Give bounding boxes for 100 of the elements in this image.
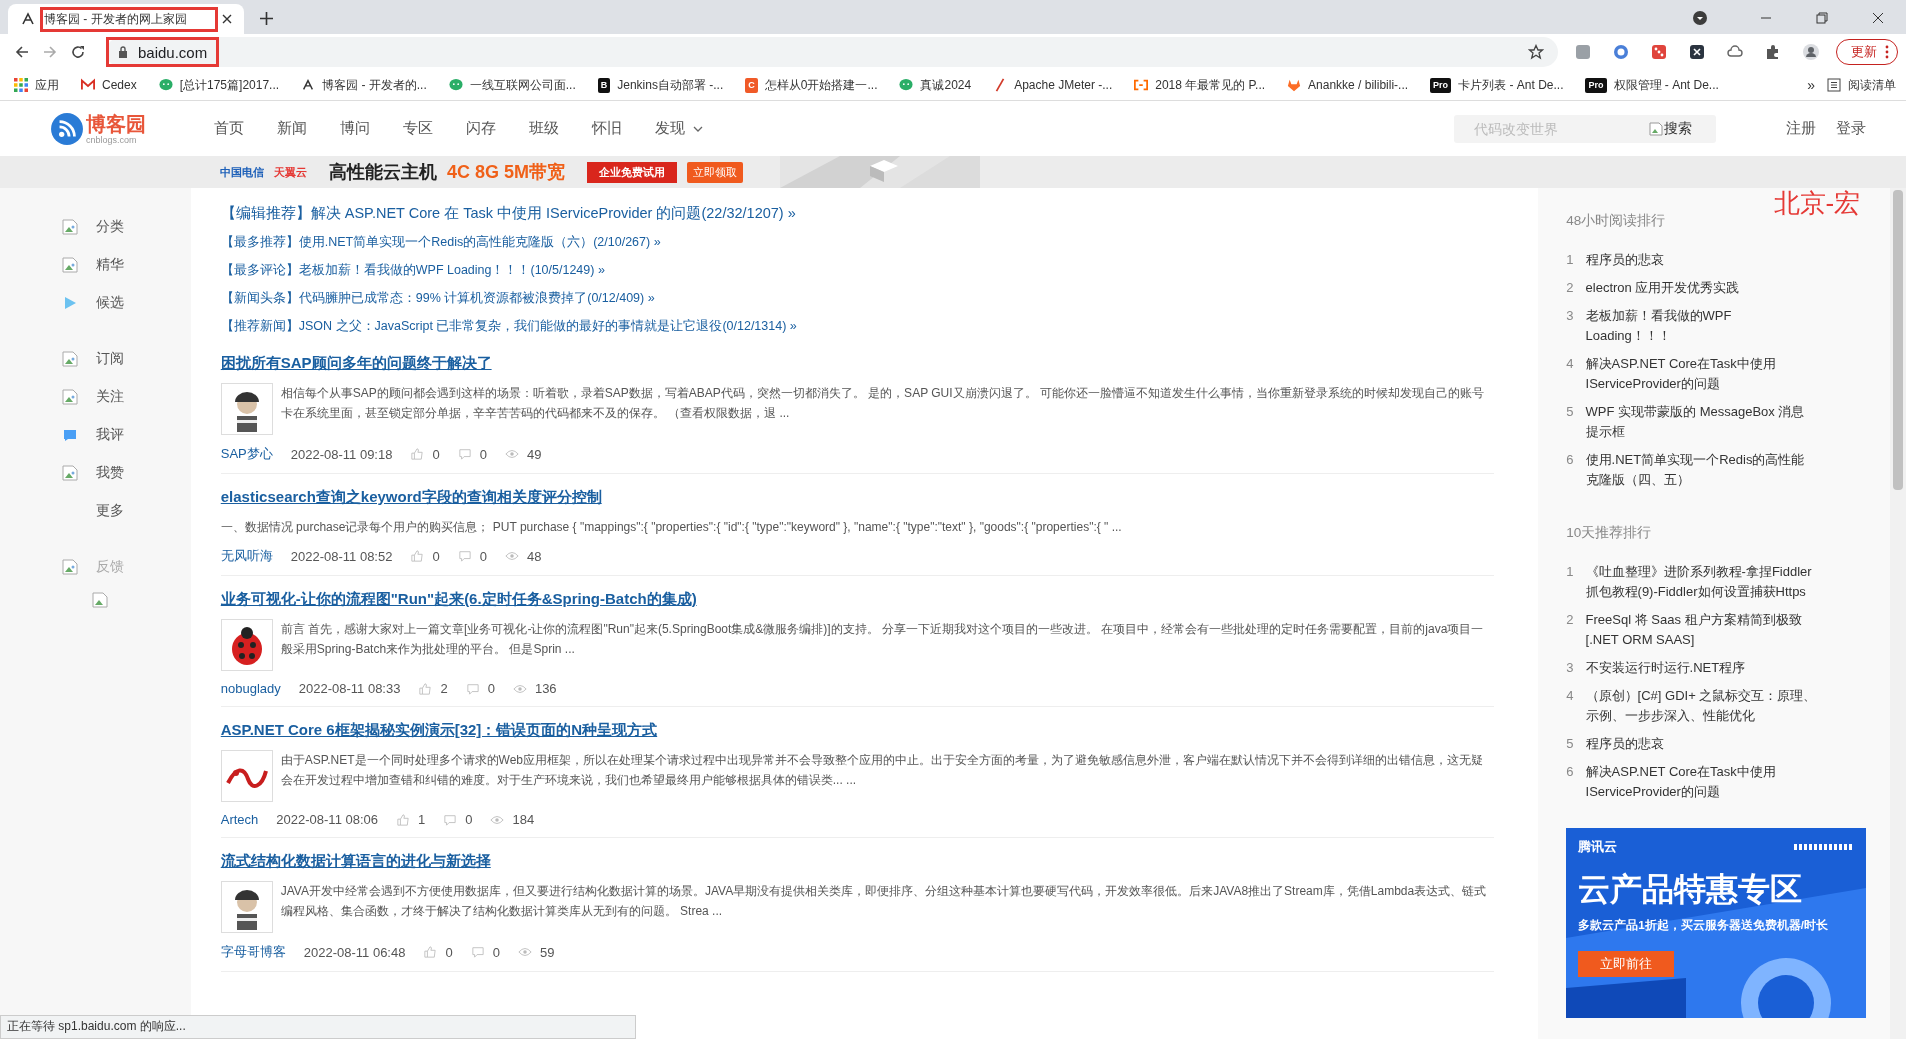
headline-link[interactable]: 【新闻头条】代码臃肿已成常态：99% 计算机资源都被浪费掉了(0/12/409) »: [220, 284, 1495, 312]
like-count[interactable]: 1: [396, 812, 426, 827]
letter-icon: Pro: [1585, 77, 1607, 93]
headline-link[interactable]: 【推荐新闻】JSON 之父：JavaScript 已非常复杂，我们能做的最好的事情就是让它退役(0/12/1314) »: [220, 312, 1495, 340]
dice-icon[interactable]: [1651, 44, 1667, 60]
restore-icon[interactable]: [1816, 12, 1828, 24]
nav-link[interactable]: 发现: [655, 119, 703, 138]
back-icon[interactable]: [14, 44, 30, 60]
bookmark[interactable]: Pro 权限管理 - Ant De...: [1585, 76, 1719, 94]
register-link[interactable]: 注册: [1786, 119, 1816, 138]
search-button[interactable]: 搜索: [1649, 119, 1692, 138]
sidebar-item[interactable]: 关注: [62, 378, 191, 416]
scrollbar-thumb[interactable]: [1893, 190, 1903, 490]
update-button[interactable]: 更新: [1836, 39, 1898, 65]
bookmark[interactable]: 博客园 - 开发者的...: [301, 76, 427, 94]
author-link[interactable]: nobuglady: [220, 681, 281, 696]
reload-icon[interactable]: [70, 44, 86, 60]
sidebar-item[interactable]: 候选: [62, 284, 191, 322]
star-icon[interactable]: [1528, 44, 1544, 60]
nav-link[interactable]: 专区: [403, 119, 433, 138]
post-title-link[interactable]: 困扰所有SAP顾问多年的问题终于解决了: [220, 354, 492, 371]
login-link[interactable]: 登录: [1836, 119, 1866, 138]
ranking-link[interactable]: 使用.NET简单实现一个Redis的高性能克隆版（四、五）: [1585, 450, 1817, 490]
bookmark[interactable]: Cedex: [81, 78, 137, 92]
bookmark[interactable]: 真诚2024: [899, 76, 972, 94]
view-count[interactable]: 59: [517, 944, 555, 960]
profile-icon[interactable]: [1803, 44, 1819, 60]
tab-search-icon[interactable]: [1692, 10, 1708, 26]
bookmark[interactable]: C 怎样从0开始搭建一...: [745, 76, 878, 94]
ranking-link[interactable]: 不安装运行时运行.NET程序: [1585, 658, 1746, 678]
headline-link[interactable]: 【最多推荐】使用.NET简单实现一个Redis的高性能克隆版（六）(2/10/267) »: [220, 228, 1495, 256]
bookmark[interactable]: Apache JMeter -...: [993, 78, 1113, 92]
sidebar-item[interactable]: 我评: [62, 416, 191, 454]
rank-number: 3: [1566, 307, 1574, 325]
ranking-link[interactable]: 程序员的悲哀: [1585, 734, 1664, 754]
ranking-link[interactable]: electron 应用开发优秀实践: [1585, 278, 1740, 298]
ranking-link[interactable]: FreeSql 将 Saas 租户方案精简到极致[.NET ORM SAAS]: [1585, 610, 1817, 650]
site-logo-name[interactable]: 博客园: [86, 112, 146, 135]
comment-count[interactable]: 0: [457, 548, 487, 564]
nav-link[interactable]: 首页: [214, 119, 244, 138]
cloud-icon[interactable]: [1727, 44, 1743, 60]
view-count[interactable]: 49: [504, 446, 542, 462]
comment-count[interactable]: 0: [465, 681, 495, 696]
author-link[interactable]: Artech: [220, 812, 259, 827]
sidebar-item[interactable]: 分类: [62, 208, 191, 246]
comment-count[interactable]: 0: [470, 944, 500, 960]
new-tab-icon[interactable]: [260, 12, 273, 25]
nav-link[interactable]: 新闻: [277, 119, 307, 138]
ranking-link[interactable]: 《吐血整理》进阶系列教程-拿捏Fiddler抓包教程(9)-Fiddler如何设置捕获Https: [1585, 562, 1817, 602]
sidebar-item[interactable]: 我赞: [62, 454, 191, 492]
post-title-link[interactable]: 业务可视化-让你的流程图"Run"起来(6.定时任务&Spring-Batch的集成): [220, 590, 697, 607]
ranking-link[interactable]: 解决ASP.NET Core在Task中使用IServiceProvider的问题: [1585, 354, 1817, 394]
like-count[interactable]: 2: [418, 681, 448, 696]
like-count[interactable]: 0: [423, 944, 453, 960]
post-date: 2022-08-11 09:18: [290, 446, 393, 462]
author-link[interactable]: 字母哥博客: [220, 943, 286, 961]
reading-list[interactable]: 阅读清单: [1827, 76, 1896, 94]
ranking-link[interactable]: 老板加薪！看我做的WPF Loading！！！: [1585, 306, 1817, 346]
more-bookmarks[interactable]: »: [1807, 77, 1815, 93]
address-bar[interactable]: baidu.com: [106, 37, 1558, 67]
extension-icon[interactable]: [1689, 44, 1705, 60]
ad-panel[interactable]: 腾讯云 云产品特惠专区 多款云产品1折起，买云服务器送免费机器/时长 立即前往: [1566, 828, 1867, 1018]
sidebar-item[interactable]: 更多: [62, 492, 191, 530]
ranking-link[interactable]: （原创）[C#] GDI+ 之鼠标交互：原理、示例、一步步深入、性能优化: [1585, 686, 1817, 726]
like-count[interactable]: 0: [410, 446, 440, 462]
url-field[interactable]: baidu.com: [106, 37, 220, 67]
ranking-link[interactable]: 解决ASP.NET Core在Task中使用IServiceProvider的问题: [1585, 762, 1817, 802]
nav-link[interactable]: 博问: [340, 119, 370, 138]
sidebar-item[interactable]: 精华: [62, 246, 191, 284]
bookmark[interactable]: 2018 年最常见的 P...: [1134, 76, 1266, 94]
close-icon[interactable]: [1872, 12, 1884, 24]
headline-link[interactable]: 【最多评论】老板加薪！看我做的WPF Loading！！！(10/5/1249) »: [220, 256, 1495, 284]
comment-count[interactable]: 0: [443, 812, 473, 827]
browser-tab[interactable]: 博客园 - 开发者的网上家园: [8, 4, 244, 34]
post-date: 2022-08-11 08:33: [298, 681, 401, 696]
post-title-link[interactable]: elasticsearch查询之keyword字段的查询相关度评分控制: [220, 488, 602, 505]
nav-link[interactable]: 怀旧: [592, 119, 622, 138]
comment-count[interactable]: 0: [457, 446, 487, 462]
ranking-link[interactable]: WPF 实现带蒙版的 MessageBox 消息提示框: [1585, 402, 1817, 442]
sidebar-item[interactable]: 订阅: [62, 340, 191, 378]
view-count[interactable]: 184: [490, 812, 535, 827]
puzzle-icon[interactable]: [1765, 44, 1781, 60]
post-title-link[interactable]: ASP.NET Core 6框架揭秘实例演示[32]：错误页面的N种呈现方式: [220, 721, 658, 738]
close-icon[interactable]: [222, 14, 232, 24]
nav-link[interactable]: 班级: [529, 119, 559, 138]
bookmark[interactable]: Anankke / bilibili-...: [1287, 78, 1409, 92]
bookmark[interactable]: 一线互联网公司面...: [448, 76, 576, 94]
view-count[interactable]: 136: [512, 681, 557, 696]
like-count[interactable]: 0: [410, 548, 440, 564]
bookmark[interactable]: Pro 卡片列表 - Ant De...: [1430, 76, 1564, 94]
bookmark[interactable]: [总计175篇]2017...: [158, 76, 280, 94]
nav-link[interactable]: 闪存: [466, 119, 496, 138]
bookmark[interactable]: B Jenkins自动部署 -...: [597, 76, 724, 94]
ranking-link[interactable]: 程序员的悲哀: [1585, 250, 1664, 270]
author-link[interactable]: 无风听海: [220, 547, 273, 565]
headline-link[interactable]: 【编辑推荐】解决 ASP.NET Core 在 Task 中使用 IServiceProvider 的问题(22/32/1207) »: [220, 198, 1495, 228]
author-link[interactable]: SAP梦心: [220, 445, 273, 463]
bookmark[interactable]: 应用: [14, 76, 59, 94]
view-count[interactable]: 48: [504, 548, 542, 564]
post-title-link[interactable]: 流式结构化数据计算语言的进化与新选择: [220, 852, 491, 869]
